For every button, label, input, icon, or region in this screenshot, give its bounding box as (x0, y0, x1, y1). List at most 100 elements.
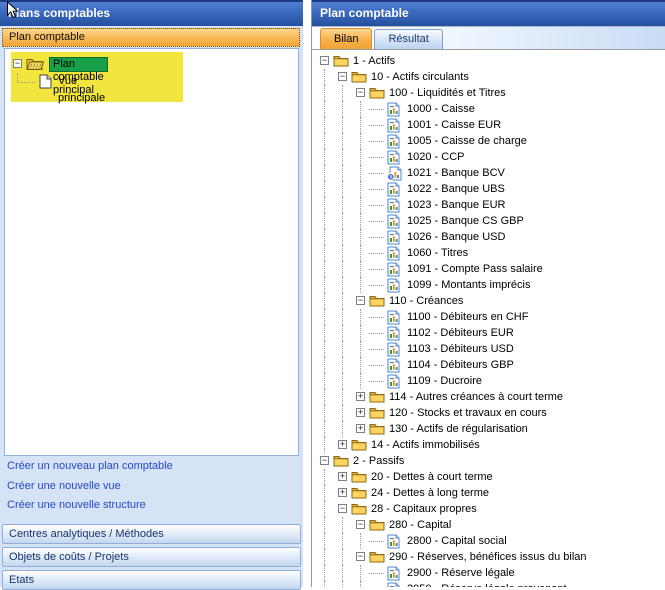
tree-guide (342, 293, 343, 309)
accordion-etats[interactable]: Etats (2, 570, 301, 590)
tree-row-label: 1060 - Titres (407, 245, 468, 261)
tab-bilan[interactable]: Bilan (320, 28, 372, 49)
tree-connector (369, 189, 384, 190)
tab-resultat[interactable]: Résultat (374, 29, 442, 49)
collapse-toggle[interactable]: − (356, 520, 365, 529)
tree-row[interactable]: 1005 - Caisse de charge (312, 133, 665, 149)
tree-row[interactable]: +130 - Actifs de régularisation (312, 421, 665, 437)
tree-connector (369, 333, 384, 334)
tree-guide (342, 197, 343, 213)
tree-guide (324, 421, 325, 437)
collapse-toggle[interactable]: − (356, 552, 365, 561)
expand-toggle[interactable]: + (356, 408, 365, 417)
tree-row[interactable]: 1104 - Débiteurs GBP (312, 357, 665, 373)
tree-guide (342, 405, 343, 421)
tree-guide (324, 229, 325, 245)
tree-row[interactable]: −280 - Capital (312, 517, 665, 533)
tree-row-label: 1 - Actifs (353, 53, 395, 69)
tree-row[interactable]: −28 - Capitaux propres (312, 501, 665, 517)
collapse-toggle[interactable]: − (356, 88, 365, 97)
tree-connector (369, 349, 384, 350)
tree-connector (369, 173, 384, 174)
collapse-toggle[interactable]: − (13, 59, 22, 68)
collapse-toggle[interactable]: − (320, 56, 329, 65)
tree-guide (324, 133, 325, 149)
tree-guide (360, 325, 361, 341)
tree-guide (360, 165, 361, 181)
tree-row[interactable]: +14 - Actifs immobilisés (312, 437, 665, 453)
tree-row[interactable]: +24 - Dettes à long terme (312, 485, 665, 501)
tree-row-label: 2 - Passifs (353, 453, 404, 469)
tree-row-label: 1099 - Montants imprécis (407, 277, 531, 293)
tree-row[interactable]: +20 - Dettes à court terme (312, 469, 665, 485)
tree-row[interactable]: − 1 - Actifs (312, 53, 665, 69)
tree-row[interactable]: 1000 - Caisse (312, 101, 665, 117)
tree-row[interactable]: 1102 - Débiteurs EUR (312, 325, 665, 341)
tree-row[interactable]: −110 - Créances (312, 293, 665, 309)
collapse-toggle[interactable]: − (320, 456, 329, 465)
tree-guide (342, 165, 343, 181)
tree-row[interactable]: 1091 - Compte Pass salaire (312, 261, 665, 277)
tree-row-label-selected: Plan comptable principal (49, 57, 108, 72)
accordion-centres-analytiques[interactable]: Centres analytiques / Méthodes (2, 524, 301, 544)
tree-row[interactable]: 1109 - Ducroire (312, 373, 665, 389)
collapse-toggle[interactable]: − (356, 296, 365, 305)
tree-row[interactable]: +114 - Autres créances à court terme (312, 389, 665, 405)
tree-row[interactable]: 1060 - Titres (312, 245, 665, 261)
expand-toggle[interactable]: + (338, 472, 347, 481)
tree-guide (324, 213, 325, 229)
tree-row[interactable]: 1001 - Caisse EUR (312, 117, 665, 133)
tree-row[interactable]: 2950 - Réserve légale provenant (312, 581, 665, 587)
tree-row-label: 14 - Actifs immobilisés (371, 437, 480, 453)
tree-connector (369, 365, 384, 366)
tree-guide (360, 309, 361, 325)
tree-guide (324, 277, 325, 293)
tree-row[interactable]: 1023 - Banque EUR (312, 197, 665, 213)
tree-guide (342, 389, 343, 405)
expand-toggle[interactable]: + (356, 392, 365, 401)
tree-row[interactable]: 1103 - Débiteurs USD (312, 341, 665, 357)
tree-row[interactable]: − 10 - Actifs circulants (312, 69, 665, 85)
plan-comptable-panel: Plan comptable Bilan Résultat −1 - Actif… (311, 0, 665, 587)
tree-guide (324, 565, 325, 581)
link-create-plan[interactable]: Créer un nouveau plan comptable (7, 460, 173, 472)
tree-guide (324, 293, 325, 309)
tree-connector (369, 317, 384, 318)
tree-row[interactable]: 1099 - Montants imprécis (312, 277, 665, 293)
tree-guide (342, 533, 343, 549)
tree-row[interactable]: 1021 - Banque BCV (312, 165, 665, 181)
accordion-objets-de-couts[interactable]: Objets de coûts / Projets (2, 547, 301, 567)
tree-row[interactable]: − 2 - Passifs (312, 453, 665, 469)
link-create-structure[interactable]: Créer une nouvelle structure (7, 499, 146, 511)
collapse-toggle[interactable]: − (338, 504, 347, 513)
tree-row[interactable]: 2800 - Capital social (312, 533, 665, 549)
collapse-toggle[interactable]: − (338, 72, 347, 81)
tree-guide (324, 357, 325, 373)
tree-row[interactable]: 1026 - Banque USD (312, 229, 665, 245)
tree-guide (360, 133, 361, 149)
tree-connector (369, 253, 384, 254)
tree-row[interactable]: +120 - Stocks et travaux en cours (312, 405, 665, 421)
tree-row[interactable]: 2900 - Réserve légale (312, 565, 665, 581)
tree-guide (342, 229, 343, 245)
tree-row[interactable]: 1020 - CCP (312, 149, 665, 165)
tree-row[interactable]: 1025 - Banque CS GBP (312, 213, 665, 229)
tree-row[interactable]: −290 - Réserves, bénéfices issus du bila… (312, 549, 665, 565)
accordion-plan-comptable[interactable]: Plan comptable (2, 28, 300, 47)
expand-toggle[interactable]: + (338, 440, 347, 449)
tree-row-label: 100 - Liquidités et Titres (389, 85, 506, 101)
expand-toggle[interactable]: + (338, 488, 347, 497)
tree-guide (342, 357, 343, 373)
tree-connector (369, 381, 384, 382)
tree-guide (342, 517, 343, 533)
link-create-view[interactable]: Créer une nouvelle vue (7, 480, 121, 492)
tree-connector (17, 82, 35, 83)
tree-row[interactable]: 1022 - Banque UBS (312, 181, 665, 197)
tree-row[interactable]: − 100 - Liquidités et Titres (312, 85, 665, 101)
tree-row-label: 10 - Actifs circulants (371, 69, 469, 85)
tree-row[interactable]: 1100 - Débiteurs en CHF (312, 309, 665, 325)
tree-guide (360, 341, 361, 357)
tree-row-label: 1023 - Banque EUR (407, 197, 505, 213)
tree-row-label: 1000 - Caisse (407, 101, 475, 117)
expand-toggle[interactable]: + (356, 424, 365, 433)
